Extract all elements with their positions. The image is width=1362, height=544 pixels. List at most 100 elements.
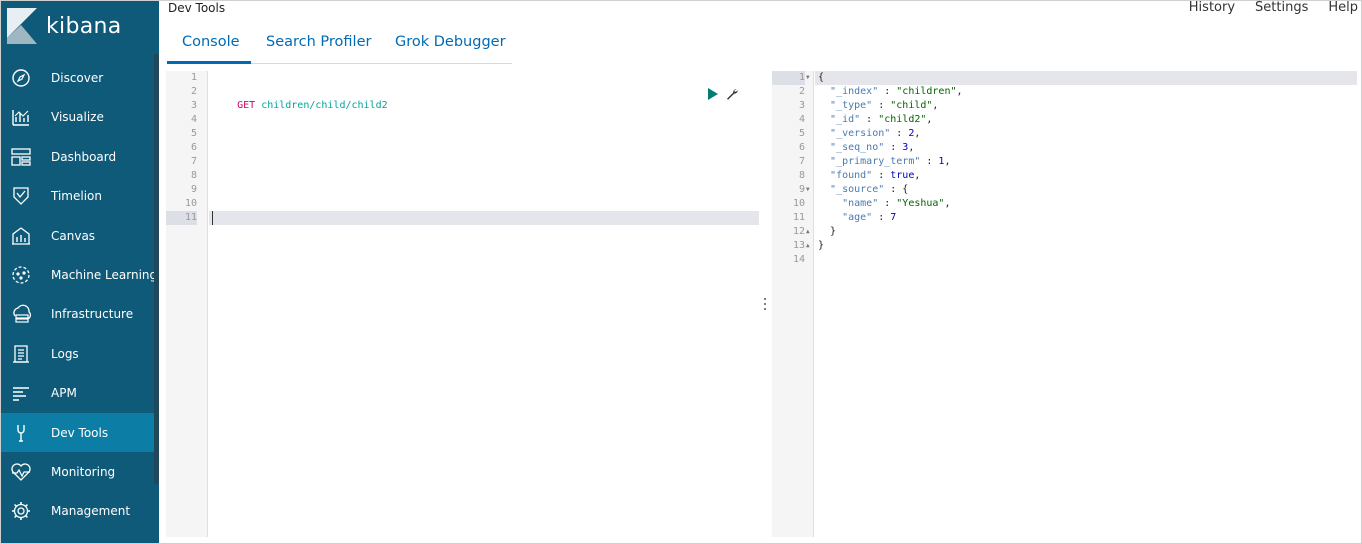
sidebar-item-machine-learning[interactable]: Machine Learning xyxy=(0,255,158,294)
response-line: } xyxy=(818,225,836,239)
sidebar-item-canvas[interactable]: Canvas xyxy=(0,216,154,255)
request-actions xyxy=(707,88,738,100)
line-number: 2 xyxy=(190,86,197,97)
json-token: "_source" xyxy=(830,184,885,195)
json-token: true xyxy=(890,170,915,181)
request-path: children/child/child2 xyxy=(261,100,388,111)
sidebar-item-dashboard[interactable]: Dashboard xyxy=(0,137,154,176)
fold-expand-icon[interactable]: ▲ xyxy=(806,239,810,253)
json-token: : xyxy=(872,212,891,223)
response-line: "_index" : "children", xyxy=(818,85,962,99)
sidebar-item-label: Timelion xyxy=(51,188,102,203)
json-token: "_version" xyxy=(830,128,891,139)
sidebar-item-label: Logs xyxy=(51,346,79,361)
json-token: "_seq_no" xyxy=(830,142,885,153)
request-line[interactable]: GET children/child/child2 xyxy=(213,85,388,111)
fold-collapse-icon[interactable]: ▼ xyxy=(806,71,810,85)
line-number: 1 xyxy=(190,72,197,83)
json-token: "_id" xyxy=(830,114,861,125)
response-line: "_id" : "child2", xyxy=(818,113,932,127)
tab-grok-debugger[interactable]: Grok Debugger xyxy=(395,34,506,50)
json-token: , xyxy=(932,100,939,111)
json-token: : xyxy=(878,86,897,97)
compass-icon xyxy=(10,67,32,89)
sidebar-item-infrastructure[interactable]: Infrastructure xyxy=(0,294,154,333)
json-token: { xyxy=(818,72,825,83)
kibana-logo[interactable]: kibana xyxy=(0,0,159,54)
json-token: 7 xyxy=(890,212,897,223)
sidebar-item-logs[interactable]: Logs xyxy=(0,334,154,373)
json-token: : xyxy=(920,156,939,167)
response-line: "_source" : { xyxy=(818,183,908,197)
request-editor[interactable]: 1 2 3 4 5 6 7 8 9 10 11 GET children/child/child2 xyxy=(166,71,759,537)
pane-resize-handle[interactable] xyxy=(763,298,767,310)
json-token: : xyxy=(884,184,903,195)
fold-collapse-icon[interactable]: ▼ xyxy=(806,183,810,197)
json-token: , xyxy=(914,128,921,139)
play-icon[interactable] xyxy=(707,88,718,100)
response-line: } xyxy=(818,239,824,253)
line-number: 8 xyxy=(190,170,197,181)
active-line-highlight xyxy=(209,211,759,225)
sidebar-item-discover[interactable]: Discover xyxy=(0,58,154,97)
line-number: 3 xyxy=(798,100,805,111)
line-number: 9 xyxy=(190,184,197,195)
json-token: "_primary_term" xyxy=(830,156,921,167)
sidebar-item-apm[interactable]: APM xyxy=(0,373,154,412)
sidebar-scrollbar-thumb[interactable] xyxy=(154,54,159,484)
request-method: GET xyxy=(237,100,256,111)
sidebar-item-label: Visualize xyxy=(51,109,104,124)
line-number: 9 xyxy=(798,184,805,195)
json-token: { xyxy=(902,184,909,195)
json-token: , xyxy=(914,170,921,181)
sidebar-item-visualize[interactable]: Visualize xyxy=(0,97,154,136)
line-number: 11 xyxy=(166,211,197,225)
sidebar-item-label: Infrastructure xyxy=(51,306,134,321)
json-token: "child" xyxy=(890,100,933,111)
line-number: 1 xyxy=(772,71,805,85)
line-number: 5 xyxy=(190,128,197,139)
history-link[interactable]: History xyxy=(1189,0,1235,15)
wrench-icon[interactable] xyxy=(726,88,738,100)
response-line: "_primary_term" : 1, xyxy=(818,155,950,169)
sidebar-item-label: Machine Learning xyxy=(51,267,158,282)
dashboard-icon xyxy=(10,146,32,168)
json-token: , xyxy=(944,198,951,209)
line-number: 4 xyxy=(190,114,197,125)
line-number: 4 xyxy=(798,114,805,125)
sidebar-item-dev-tools[interactable]: Dev Tools xyxy=(0,413,154,452)
request-gutter: 1 2 3 4 5 6 7 8 9 10 11 xyxy=(166,71,208,537)
tab-search-profiler[interactable]: Search Profiler xyxy=(266,34,371,50)
line-number: 10 xyxy=(184,198,197,209)
settings-link[interactable]: Settings xyxy=(1255,0,1308,15)
gear-icon xyxy=(10,500,32,522)
page-title: Dev Tools xyxy=(168,1,226,15)
fold-expand-icon[interactable]: ▲ xyxy=(806,225,810,239)
help-link[interactable]: Help xyxy=(1328,0,1358,15)
response-editor[interactable]: 1 ▼ 2 3 4 5 6 7 8 9 ▼ 10 11 12 ▲ 13 ▲ 14 { "_index" : "ch… xyxy=(772,71,1357,537)
sidebar-item-label: APM xyxy=(51,385,77,400)
json-token: : xyxy=(878,198,897,209)
sidebar-item-management[interactable]: Management xyxy=(0,491,154,530)
sidebar-item-timelion[interactable]: Timelion xyxy=(0,176,154,215)
line-number: 2 xyxy=(798,86,805,97)
sidebar: kibana Discover Visualize Dashboard Timelio… xyxy=(0,0,159,544)
line-number: 7 xyxy=(190,156,197,167)
line-number: 6 xyxy=(190,142,197,153)
json-token: : xyxy=(872,100,891,111)
response-line: { xyxy=(818,71,824,85)
response-line: "age" : 7 xyxy=(818,211,896,225)
logs-icon xyxy=(10,343,32,365)
sidebar-item-monitoring[interactable]: Monitoring xyxy=(0,452,154,491)
line-number: 7 xyxy=(798,156,805,167)
response-active-line-highlight xyxy=(815,71,1357,85)
apm-icon xyxy=(10,382,32,404)
response-line: "found" : true, xyxy=(818,169,920,183)
tab-console[interactable]: Console xyxy=(182,34,240,50)
json-token: } xyxy=(830,226,837,237)
json-token: "children" xyxy=(896,86,957,97)
machine-learning-icon xyxy=(10,264,32,286)
line-number: 13 xyxy=(792,240,805,251)
canvas-icon xyxy=(10,225,32,247)
json-token: "_index" xyxy=(830,86,879,97)
